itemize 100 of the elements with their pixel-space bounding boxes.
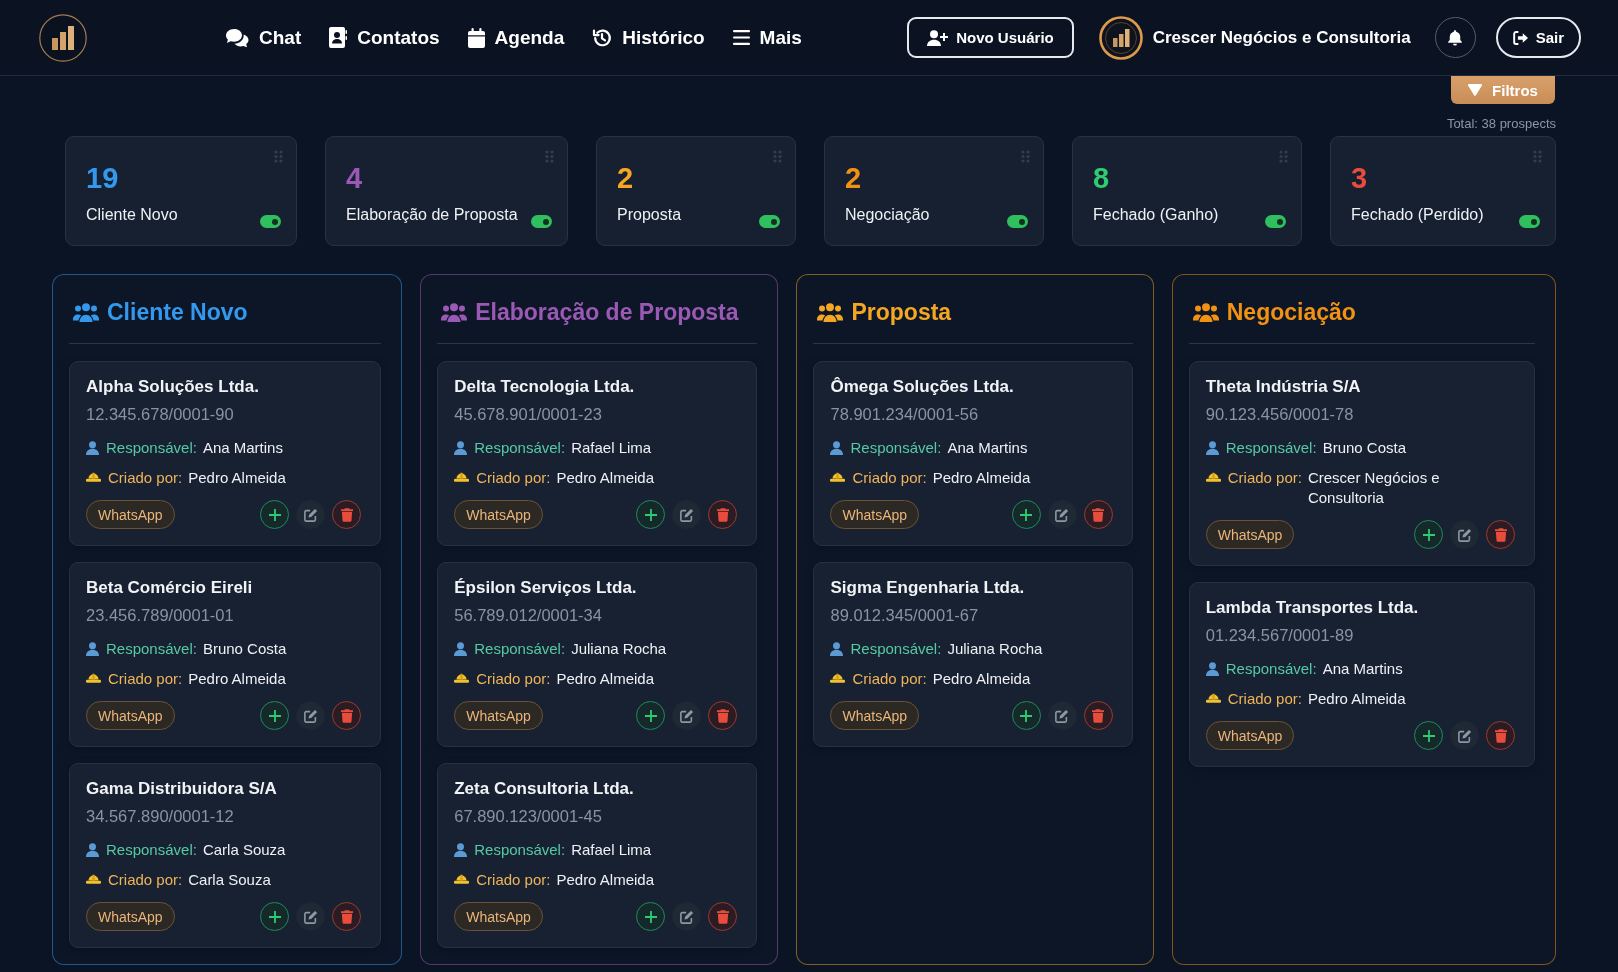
delete-button[interactable] [1486,721,1515,750]
column-title: Cliente Novo [107,298,248,327]
add-button[interactable] [260,902,290,931]
creator-name: Pedro Almeida [188,669,286,689]
plus-icon [645,709,657,722]
prospect-card[interactable]: Lambda Transportes Ltda. 01.234.567/0001-89 Responsável: Ana Martins Criado por: Pedro Almeida WhatsApp [1188,582,1535,767]
prospect-card[interactable]: Zeta Consultoria Ltda. 67.890.123/0001-45 Responsável: Rafael Lima Criado por: Pedro Almeida WhatsApp [437,763,758,948]
nav-link[interactable]: Mais [732,26,802,49]
toggle-switch[interactable] [1265,215,1286,228]
plus-icon [1020,508,1033,521]
delete-button[interactable] [1083,500,1113,529]
toggle-switch[interactable] [531,215,552,228]
column-title: Elaboração de Proposta [475,298,739,327]
edit-button[interactable] [672,500,702,529]
person-icon [454,441,468,455]
prospect-card[interactable]: Ômega Soluções Ltda. 78.901.234/0001-56 Responsável: Ana Martins Criado por: Pedro Almeida WhatsApp [813,361,1133,546]
prospect-name: Gama Distribuidora S/A [86,778,278,800]
channel-tag: WhatsApp [454,500,543,529]
add-button[interactable] [636,500,666,529]
history-icon [592,27,613,48]
creator-name: Crescer Negócios e Consultoria [1307,468,1441,508]
grip-icon[interactable] [773,150,782,163]
prospect-card[interactable]: Épsilon Serviços Ltda. 56.789.012/0001-34 Responsável: Juliana Rocha Criado por: Pedro Almeida WhatsApp [437,562,758,747]
edit-button[interactable] [1450,520,1479,549]
channel-tag: WhatsApp [86,500,175,529]
edit-button[interactable] [1047,500,1077,529]
users-icon [441,302,468,322]
edit-icon [680,507,694,522]
delete-button[interactable] [1083,701,1113,730]
edit-button[interactable] [1450,721,1479,750]
prospect-card[interactable]: Gama Distribuidora S/A 34.567.890/0001-12 Responsável: Carla Souza Criado por: Carla Souza WhatsApp [69,763,382,948]
edit-button[interactable] [672,701,702,730]
prospect-card[interactable]: Sigma Engenharia Ltda. 89.012.345/0001-67 Responsável: Juliana Rocha Criado por: Pedro Almeida WhatsApp [813,562,1133,747]
total-count: Total: 38 prospects [1446,116,1556,131]
toggle-switch[interactable] [1519,215,1540,228]
edit-button[interactable] [1047,701,1077,730]
prospect-name: Theta Indústria S/A [1205,376,1362,398]
prospect-card[interactable]: Beta Comércio Eireli 23.456.789/0001-01 Responsável: Bruno Costa Criado por: Pedro Almeida WhatsApp [69,562,382,747]
trash-icon [1494,728,1507,743]
add-button[interactable] [260,500,290,529]
nav-link[interactable]: Agenda [467,26,565,49]
creator-label: Criado por: [852,468,927,488]
responsible-name: Ana Martins [202,438,283,458]
delete-button[interactable] [332,701,362,730]
nav-link[interactable]: Contatos [329,26,440,49]
trash-icon [340,507,353,522]
delete-button[interactable] [708,500,738,529]
hard-hat-icon [830,471,846,482]
responsible-label: Responsável: [106,840,197,860]
prospect-card[interactable]: Delta Tecnologia Ltda. 45.678.901/0001-23 Responsável: Rafael Lima Criado por: Pedro Almeida WhatsApp [437,361,758,546]
prospect-card[interactable]: Theta Indústria S/A 90.123.456/0001-78 Responsável: Bruno Costa Criado por: Crescer Negócios e Consultoria WhatsApp [1188,361,1535,566]
new-user-button[interactable]: Novo Usuário [907,17,1074,58]
prospect-card[interactable]: Alpha Soluções Ltda. 12.345.678/0001-90 Responsável: Ana Martins Criado por: Pedro Almeida WhatsApp [69,361,382,546]
prospect-name: Lambda Transportes Ltda. [1205,597,1420,619]
person-icon [1205,662,1219,676]
delete-button[interactable] [332,902,362,931]
prospect-name: Zeta Consultoria Ltda. [454,778,635,800]
creator-name: Pedro Almeida [556,870,654,890]
bar-chart-icon[interactable] [39,13,87,62]
edit-button[interactable] [296,701,326,730]
grip-icon[interactable] [545,150,554,163]
calendar-icon [467,27,485,48]
creator-name: Pedro Almeida [556,468,654,488]
toggle-switch[interactable] [1007,215,1028,228]
delete-button[interactable] [708,902,738,931]
edit-icon [1457,728,1472,743]
stage-label: Proposta [617,205,682,225]
logout-icon [1512,30,1529,45]
edit-button[interactable] [296,902,326,931]
nav-link[interactable]: Histórico [592,26,705,49]
toggle-switch[interactable] [260,215,281,228]
add-button[interactable] [1011,500,1041,529]
logout-button[interactable]: Sair [1495,17,1581,58]
company-name: Crescer Negócios e Consultoria [1152,27,1411,48]
add-button[interactable] [636,902,666,931]
grip-icon[interactable] [1533,150,1542,163]
delete-button[interactable] [1486,520,1515,549]
creator-label: Criado por: [1227,468,1302,488]
grip-icon[interactable] [274,150,283,163]
plus-icon [1020,709,1033,722]
toggle-switch[interactable] [759,215,780,228]
person-icon [830,642,844,656]
nav-link[interactable]: Chat [225,26,302,49]
delete-button[interactable] [708,701,738,730]
hard-hat-icon [86,471,101,482]
plus-icon [1422,729,1435,742]
add-button[interactable] [260,701,290,730]
delete-button[interactable] [332,500,362,529]
cnpj-number: 56.789.012/0001-34 [454,605,603,626]
edit-button[interactable] [296,500,326,529]
grip-icon[interactable] [1021,150,1030,163]
edit-button[interactable] [672,902,702,931]
add-button[interactable] [1414,520,1443,549]
add-button[interactable] [1414,721,1443,750]
add-button[interactable] [1011,701,1041,730]
responsible-label: Responsável: [850,639,942,659]
grip-icon[interactable] [1279,150,1288,163]
cnpj-number: 89.012.345/0001-67 [830,605,980,626]
add-button[interactable] [636,701,666,730]
person-icon [86,642,99,656]
